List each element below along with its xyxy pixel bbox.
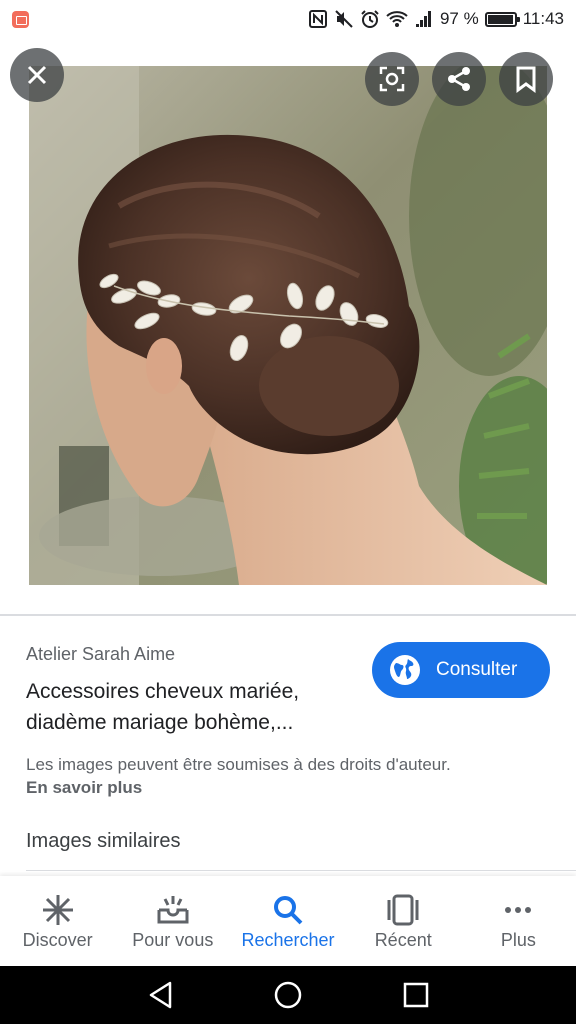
- copyright-notice: Les images peuvent être soumises à des d…: [26, 755, 451, 774]
- similar-images-heading: Images similaires: [26, 830, 181, 852]
- bride-hairpiece-photo: [29, 66, 547, 585]
- learn-more-link[interactable]: En savoir plus: [26, 778, 142, 798]
- nav-rechercher[interactable]: Rechercher: [230, 876, 345, 966]
- battery-percent: 97 %: [439, 9, 479, 28]
- nav-label: Pour vous: [132, 930, 214, 950]
- bookmark-icon: [516, 66, 536, 93]
- inbox-icon: [157, 896, 189, 924]
- more-icon: [505, 907, 532, 913]
- divider: [0, 614, 576, 616]
- nav-label: Discover: [22, 930, 93, 950]
- overview-icon[interactable]: [401, 980, 431, 1010]
- wifi-icon: [386, 11, 408, 27]
- share-icon: [448, 67, 470, 91]
- back-icon[interactable]: [146, 980, 176, 1010]
- nav-label: Rechercher: [241, 930, 335, 950]
- nav-plus[interactable]: Plus: [461, 876, 576, 966]
- globe-icon: [390, 655, 420, 685]
- close-button[interactable]: [10, 48, 64, 102]
- nav-label: Récent: [374, 930, 432, 950]
- status-bar: 97 % 11:43: [0, 0, 576, 38]
- status-indicators: 97 % 11:43: [308, 6, 564, 32]
- lens-icon: [379, 66, 405, 92]
- close-icon: [27, 65, 47, 85]
- image-viewer: [0, 38, 576, 615]
- home-icon[interactable]: [273, 980, 303, 1010]
- search-icon: [274, 896, 303, 925]
- battery-icon: [484, 11, 520, 27]
- share-button[interactable]: [432, 52, 486, 106]
- result-title-line-1: Accessoires cheveux mariée,: [26, 680, 300, 703]
- nfc-icon: [308, 10, 327, 28]
- notification-icon: [12, 11, 29, 28]
- consult-label: Consulter: [436, 659, 518, 680]
- clock: 11:43: [522, 9, 564, 28]
- asterisk-icon: [42, 895, 73, 925]
- result-title-line-2: diadème mariage bohème,...: [26, 711, 294, 734]
- recent-tabs-icon: [387, 894, 419, 926]
- nav-pour-vous[interactable]: Pour vous: [115, 876, 230, 966]
- system-navigation-bar: [0, 966, 576, 1024]
- lens-button[interactable]: [365, 52, 419, 106]
- nav-discover[interactable]: Discover: [0, 876, 115, 966]
- result-title[interactable]: Accessoires cheveux mariée, diadème mari…: [26, 676, 356, 738]
- signal-icon: [415, 11, 431, 27]
- bookmark-button[interactable]: [499, 52, 553, 106]
- mute-icon: [335, 10, 353, 28]
- consult-button[interactable]: Consulter: [372, 642, 550, 698]
- source-name[interactable]: Atelier Sarah Aime: [26, 644, 175, 665]
- alarm-icon: [361, 10, 379, 28]
- nav-label: Plus: [500, 930, 536, 950]
- bottom-navigation: Discover Pour vous Rechercher Récent Plu…: [0, 876, 576, 966]
- divider: [26, 870, 576, 871]
- nav-recent[interactable]: Récent: [346, 876, 461, 966]
- result-image[interactable]: [29, 66, 547, 585]
